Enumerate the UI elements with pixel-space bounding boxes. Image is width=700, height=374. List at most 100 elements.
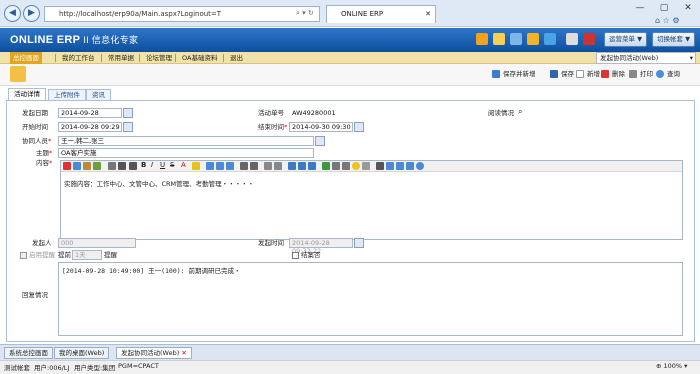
paste-icon[interactable] <box>83 162 91 170</box>
initiator-label: 发起人 <box>32 239 52 247</box>
users-icon[interactable] <box>510 33 522 45</box>
anchor-icon[interactable] <box>308 162 316 170</box>
calendar-icon[interactable] <box>123 122 133 132</box>
paste-text-icon[interactable] <box>93 162 101 170</box>
bottom-tab-activity[interactable]: 发起协同活动(Web) ✕ <box>116 347 192 359</box>
maximize-icon[interactable] <box>396 162 404 170</box>
search-icon[interactable]: ⌕ ▾ ↻ <box>296 9 314 18</box>
rule-icon[interactable] <box>342 162 350 170</box>
help-icon[interactable] <box>544 33 556 45</box>
back-arrow-icon[interactable]: ◀ <box>4 5 21 22</box>
status-user: 用户:006/LJ <box>34 364 70 372</box>
bottom-tab-control[interactable]: 系统总控画面 <box>4 347 53 359</box>
format-icon[interactable] <box>108 162 116 170</box>
indent-icon[interactable] <box>274 162 282 170</box>
table-icon[interactable] <box>332 162 340 170</box>
highlight-icon[interactable] <box>192 162 200 170</box>
forward-arrow-icon[interactable]: ▶ <box>23 5 40 22</box>
align-center-icon[interactable] <box>216 162 224 170</box>
editor-toolbar <box>61 161 682 172</box>
phone-icon[interactable] <box>566 33 578 45</box>
close-tab-icon[interactable]: ✕ <box>181 349 186 357</box>
italic-icon[interactable]: I <box>151 161 153 169</box>
address-bar[interactable]: http://localhost/erp90a/Main.aspx?Logino… <box>44 6 320 22</box>
blocks-icon[interactable] <box>406 162 414 170</box>
remind-enable-checkbox[interactable] <box>20 252 27 259</box>
new-doc-icon <box>576 70 584 78</box>
reply-label: 回复情况 <box>22 291 48 299</box>
strikethrough-icon[interactable]: S <box>170 161 174 169</box>
menu-oa-base[interactable]: OA基础资料 <box>179 52 220 64</box>
new-button[interactable]: 新增 <box>576 68 600 80</box>
link-icon[interactable] <box>288 162 296 170</box>
advance-select[interactable]: 1天 <box>72 250 102 260</box>
picker-icon[interactable] <box>315 136 325 146</box>
list-icon[interactable] <box>240 162 248 170</box>
content-text: 实施内容：工作中心、文管中心、CRM管理、考勤管理・・・・・ <box>64 180 255 188</box>
text-color-icon[interactable]: A <box>181 161 186 169</box>
activity-no-field: AW49280001 <box>289 108 357 118</box>
preview-icon[interactable] <box>386 162 394 170</box>
minimize-button[interactable]: — <box>628 2 652 15</box>
end-time-field[interactable]: 2014-09-30 09:30 <box>289 122 353 132</box>
menu-divider <box>139 54 140 62</box>
close-window-button[interactable]: ✕ <box>676 2 700 15</box>
calendar-icon[interactable] <box>123 108 133 118</box>
assist-field[interactable]: 王一,韩二,张三 <box>58 136 314 146</box>
outdent-icon[interactable] <box>264 162 272 170</box>
magnifier-icon[interactable]: ⌕ <box>518 107 522 117</box>
menu-forum[interactable]: 论坛管理 <box>143 52 175 64</box>
app-logo: ONLINE ERP II 信息化专家 <box>10 34 139 46</box>
tab-news[interactable]: 资讯 <box>86 89 111 100</box>
save-and-new-button[interactable]: 保存并新增 <box>492 68 536 80</box>
chevron-down-icon: ▾ <box>689 54 693 62</box>
bold-icon[interactable]: B <box>141 161 146 169</box>
special-char-icon[interactable] <box>362 162 370 170</box>
save-button[interactable]: 保存 <box>550 68 574 80</box>
align-left-icon[interactable] <box>206 162 214 170</box>
menu-my-workbench[interactable]: 我的工作台 <box>59 52 98 64</box>
begin-time-field[interactable]: 2014-09-28 09:29 <box>58 122 122 132</box>
font-icon[interactable] <box>118 162 126 170</box>
home-star-gear-icons[interactable]: ⌂ ☆ ⚙ <box>655 16 680 25</box>
subject-field[interactable]: OA客户实施 <box>58 148 314 158</box>
menu-control-panel[interactable]: 总控画面 <box>10 52 42 64</box>
bottom-tab-desktop[interactable]: 我的桌面(Web) <box>54 347 110 359</box>
copy-icon[interactable] <box>73 162 81 170</box>
numbered-list-icon[interactable] <box>250 162 258 170</box>
operations-menu-button[interactable]: 运营菜单 ▼ <box>604 32 648 47</box>
align-right-icon[interactable] <box>226 162 234 170</box>
close-tab-icon[interactable]: ✕ <box>425 6 431 23</box>
source-icon[interactable] <box>376 162 384 170</box>
zoom-control[interactable]: ⊕ 100% ▾ <box>656 362 687 370</box>
tab-activity-details[interactable]: 活动详情 <box>8 88 46 100</box>
folder-user-icon <box>10 66 26 82</box>
page-select[interactable]: 发起协同活动(Web) ▾ <box>596 52 696 64</box>
unlink-icon[interactable] <box>298 162 306 170</box>
underline-icon[interactable]: U <box>160 161 165 169</box>
print-button[interactable]: 打印 <box>629 68 653 80</box>
tab-upload-attachments[interactable]: 上传附件 <box>48 89 86 100</box>
switch-account-button[interactable]: 切换帐套 ▼ <box>652 32 696 47</box>
mail-icon[interactable] <box>493 33 505 45</box>
browser-tab[interactable]: ONLINE ERP ✕ <box>326 5 436 23</box>
delete-button[interactable]: 删除 <box>601 68 625 80</box>
power-icon[interactable] <box>583 33 595 45</box>
refresh-icon[interactable] <box>476 33 488 45</box>
close-checkbox[interactable] <box>292 252 299 259</box>
menu-logout[interactable]: 退出 <box>227 52 246 64</box>
user-icon[interactable] <box>527 33 539 45</box>
start-date-field[interactable]: 2014-09-28 <box>58 108 122 118</box>
content-editor[interactable] <box>60 160 683 240</box>
query-button[interactable]: 查询 <box>656 68 680 80</box>
about-icon[interactable] <box>416 162 424 170</box>
smiley-icon[interactable] <box>352 162 360 170</box>
cut-icon[interactable] <box>63 162 71 170</box>
print-icon <box>629 70 637 78</box>
calendar-icon[interactable] <box>354 122 364 132</box>
image-icon[interactable] <box>322 162 330 170</box>
maximize-button[interactable]: ▢ <box>652 2 676 15</box>
subject-label: 主题* <box>36 149 53 157</box>
menu-common-docs[interactable]: 常用单据 <box>105 52 137 64</box>
font-size-icon[interactable] <box>129 162 137 170</box>
